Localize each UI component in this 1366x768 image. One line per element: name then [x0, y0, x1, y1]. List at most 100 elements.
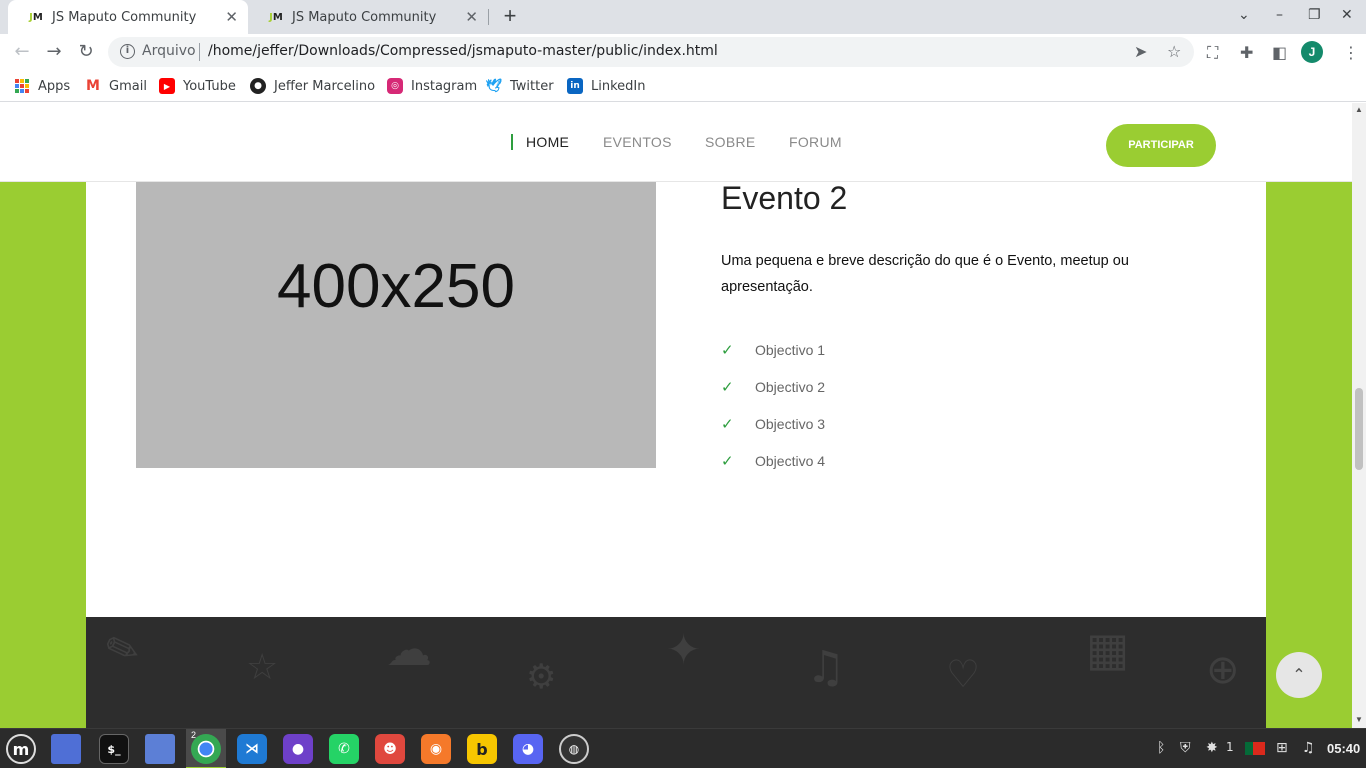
tab-title: JS Maputo Community — [52, 9, 197, 25]
terminal-icon[interactable]: $_ — [99, 734, 129, 764]
event-description: Uma pequena e breve descrição do que é o… — [721, 253, 1129, 295]
tab-divider — [488, 9, 489, 25]
whatsapp-icon[interactable]: ✆ — [329, 734, 359, 764]
address-url[interactable]: /home/jeffer/Downloads/Compressed/jsmapu… — [208, 43, 718, 59]
blender-icon[interactable]: ◉ — [421, 734, 451, 764]
bookmark-label: Twitter — [510, 78, 554, 94]
page-scrollbar[interactable]: ▲ ▼ — [1352, 103, 1366, 728]
volume-icon[interactable]: ♫ — [1302, 740, 1315, 756]
checkmark-icon: ✓ — [721, 414, 734, 433]
browser-tab[interactable]: JM JS Maputo Community ✕ — [248, 0, 488, 34]
os-taskbar: m $_ 2 ⋊ ● ✆ ☻ ◉ b ◕ ◍ ᛒ ⛨ ✸ 1 ⊞ ♫ 05:40 — [0, 728, 1366, 768]
forward-arrow-icon[interactable]: → — [43, 41, 65, 63]
close-tab-icon[interactable]: ✕ — [225, 8, 238, 26]
browser-tab-active[interactable]: JJMM JS Maputo Community ✕ — [8, 0, 248, 34]
event-section: 400x250 Evento 2 Uma pequena e breve des… — [86, 103, 1266, 728]
extensions-puzzle-icon[interactable]: ✚ — [1240, 43, 1253, 62]
placeholder-label: 400x250 — [277, 251, 515, 321]
bookmark-star-icon[interactable]: ☆ — [1167, 42, 1181, 61]
footer-pattern-background: ✎ ☆ ☁ ⚙ ✦ ♫ ♡ ▦ ⊕ — [86, 617, 1266, 728]
youtube-icon: ▶ — [159, 78, 175, 94]
bookmark-twitter[interactable]: 🕊 Twitter — [486, 77, 554, 95]
keyboard-layout-flag-icon[interactable] — [1245, 742, 1265, 755]
event-image-placeholder: 400x250 — [136, 182, 656, 468]
vscode-icon[interactable]: ⋊ — [237, 734, 267, 764]
doodle-cloud-icon: ☁ — [386, 622, 432, 676]
doodle-pen-icon: ✎ — [99, 622, 147, 678]
tab-title: JS Maputo Community — [292, 9, 437, 25]
shield-update-icon[interactable]: ⛨ — [1180, 740, 1191, 756]
restore-window-icon[interactable]: ❐ — [1308, 7, 1321, 23]
side-panel-icon[interactable]: ◧ — [1272, 43, 1287, 62]
scrollbar-thumb[interactable] — [1355, 388, 1363, 470]
file-manager-icon[interactable] — [145, 734, 175, 764]
scroll-down-arrow-icon[interactable]: ▼ — [1355, 715, 1363, 724]
gimp-icon[interactable]: ☻ — [375, 734, 405, 764]
participar-button[interactable]: PARTICIPAR — [1106, 124, 1216, 167]
nav-forum[interactable]: FORUM — [789, 134, 842, 150]
bluetooth-icon[interactable]: ᛒ — [1157, 740, 1165, 756]
objective-item: ✓ Objectivo 1 — [721, 340, 826, 359]
reload-icon[interactable]: ↻ — [75, 41, 97, 63]
doodle-heart-icon: ♡ — [946, 652, 981, 696]
back-arrow-icon[interactable]: ← — [11, 41, 33, 63]
new-tab-button[interactable]: + — [498, 5, 522, 29]
objective-item: ✓ Objectivo 3 — [721, 414, 826, 433]
doodle-star-icon: ☆ — [246, 647, 279, 688]
bookmark-instagram[interactable]: ◎ Instagram — [387, 77, 477, 95]
objective-item: ✓ Objectivo 2 — [721, 377, 826, 396]
doodle-gear-icon: ⚙ — [526, 657, 557, 697]
site-favicon-icon: JM — [269, 11, 283, 23]
network-icon[interactable]: ⊞ — [1276, 740, 1288, 756]
checkmark-icon: ✓ — [721, 340, 734, 359]
mint-menu-icon[interactable]: m — [6, 734, 36, 764]
address-bar[interactable]: i Arquivo /home/jeffer/Downloads/Compres… — [108, 37, 1194, 67]
more-menu-icon[interactable]: ⋮ — [1343, 43, 1359, 62]
profile-avatar[interactable]: J — [1301, 41, 1323, 63]
close-tab-icon[interactable]: ✕ — [465, 8, 478, 26]
bookmark-label: Jeffer Marcelino — [274, 78, 376, 94]
nav-home[interactable]: HOME — [526, 134, 569, 150]
taskbar-clock[interactable]: 05:40 — [1327, 741, 1360, 756]
discord-icon[interactable]: ◕ — [513, 734, 543, 764]
notification-icon[interactable]: ✸ — [1206, 740, 1218, 756]
bookmark-label: Apps — [38, 78, 71, 94]
obs-studio-icon[interactable]: ◍ — [559, 734, 589, 764]
bookmark-label: LinkedIn — [591, 78, 646, 94]
github-desktop-icon[interactable]: ● — [283, 734, 313, 764]
scroll-up-arrow-icon[interactable]: ▲ — [1355, 105, 1363, 114]
nav-eventos[interactable]: EVENTOS — [603, 134, 672, 150]
bookmark-github-profile[interactable]: ● Jeffer Marcelino — [250, 77, 375, 95]
gmail-icon: M — [86, 78, 100, 94]
bookmark-gmail[interactable]: M Gmail — [85, 77, 147, 95]
minimize-window-icon[interactable]: – — [1276, 7, 1283, 23]
notification-count: 1 — [1226, 740, 1234, 754]
screen-capture-icon[interactable]: ⛶ — [1207, 43, 1218, 63]
linkedin-icon: in — [567, 78, 583, 94]
nav-sobre[interactable]: SOBRE — [705, 134, 756, 150]
scroll-to-top-button[interactable]: ⌃ — [1276, 652, 1322, 698]
show-desktop-icon[interactable] — [51, 734, 81, 764]
tab-search-chevron-icon[interactable]: ⌄ — [1238, 7, 1250, 23]
address-separator — [199, 43, 200, 61]
close-window-icon[interactable]: ✕ — [1341, 7, 1353, 23]
bookmark-label: YouTube — [183, 78, 236, 94]
twitter-icon: 🕊 — [485, 78, 503, 94]
bookmark-label: Instagram — [411, 78, 478, 94]
bookmark-youtube[interactable]: ▶ YouTube — [159, 77, 236, 95]
bookmark-apps[interactable]: Apps — [14, 77, 70, 95]
objective-item: ✓ Objectivo 4 — [721, 451, 826, 470]
browser-toolbar: ← → ↻ i Arquivo /home/jeffer/Downloads/C… — [0, 34, 1366, 70]
bookmark-linkedin[interactable]: in LinkedIn — [567, 77, 645, 95]
doodle-globe-icon: ⊕ — [1206, 647, 1240, 693]
doodle-grid-icon: ▦ — [1086, 622, 1130, 676]
site-info-icon[interactable]: i — [120, 44, 135, 59]
instagram-icon: ◎ — [387, 78, 403, 94]
apps-grid-icon — [14, 78, 30, 94]
bitwarden-icon[interactable]: b — [467, 734, 497, 764]
browser-tab-bar: JJMM JS Maputo Community ✕ JM JS Maputo … — [0, 0, 1366, 34]
chrome-window-count: 2 — [191, 730, 197, 740]
send-to-device-icon[interactable]: ➤ — [1134, 42, 1147, 61]
github-icon: ● — [250, 78, 266, 94]
event-title: Evento 2 — [721, 180, 848, 216]
